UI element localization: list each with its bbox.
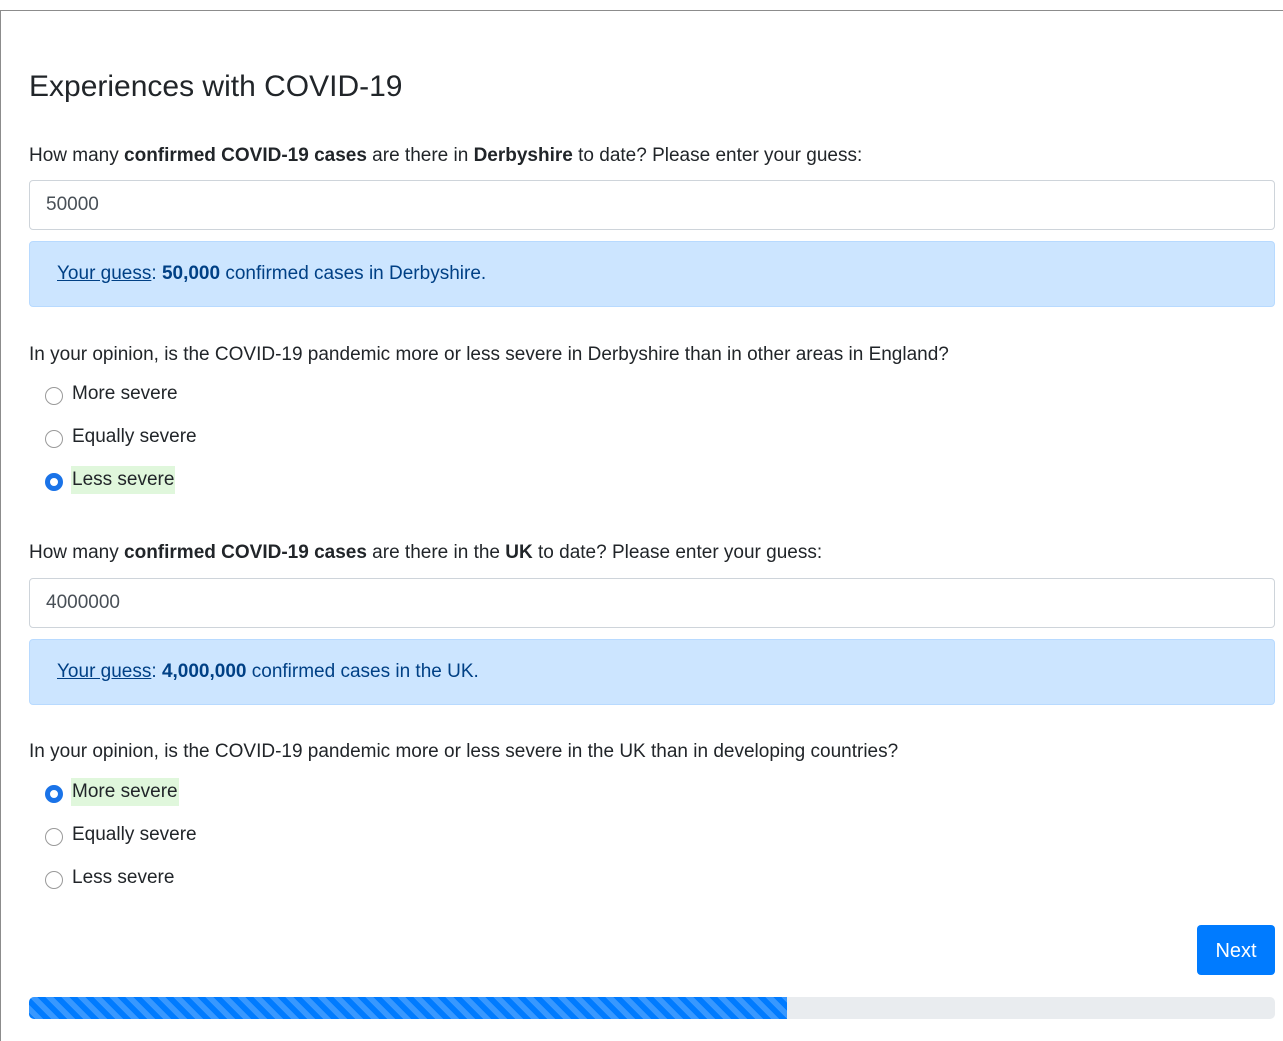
question-uk-cases: How many confirmed COVID-19 cases are th… — [29, 541, 822, 565]
radio-option-label[interactable]: Equally severe — [71, 423, 198, 451]
question-emphasis: Derbyshire — [473, 145, 573, 166]
radio-option-label[interactable]: Less severe — [71, 864, 175, 892]
feedback-label: Your guess — [57, 661, 152, 682]
radio-option-label[interactable]: Equally severe — [71, 821, 198, 849]
question-text: to date? Please enter your guess: — [532, 542, 823, 563]
feedback-value: 50,000 — [161, 263, 221, 284]
radio-option-label[interactable]: More severe — [71, 380, 179, 408]
progress-bar — [29, 997, 1275, 1019]
question-emphasis: UK — [505, 542, 533, 563]
radio-option[interactable]: Equally severe — [45, 820, 198, 850]
question-derbyshire-severity: In your opinion, is the COVID-19 pandemi… — [29, 344, 949, 365]
radio-button-selected[interactable] — [45, 784, 63, 803]
question-derbyshire-cases: How many confirmed COVID-19 cases are th… — [29, 144, 862, 168]
feedback-separator: : — [151, 661, 162, 682]
question-uk-severity: In your opinion, is the COVID-19 pandemi… — [29, 741, 899, 762]
radio-button[interactable] — [45, 870, 63, 889]
feedback-text: confirmed cases in the UK. — [246, 661, 479, 682]
feedback-separator: : — [151, 263, 162, 284]
uk-guess-feedback: Your guess: 4,000,000 confirmed cases in… — [29, 639, 1275, 705]
question-text: to date? Please enter your guess: — [572, 145, 863, 166]
radio-option[interactable]: Less severe — [45, 465, 176, 495]
radio-option[interactable]: Equally severe — [45, 422, 198, 452]
question-text: are there in the — [366, 542, 506, 563]
feedback-label: Your guess — [57, 263, 152, 284]
uk-cases-input[interactable]: 4000000 — [29, 578, 1275, 628]
question-text: How many — [29, 542, 125, 563]
radio-option[interactable]: More severe — [45, 379, 179, 409]
feedback-text: confirmed cases in Derbyshire. — [220, 263, 487, 284]
progress-bar-fill — [29, 997, 787, 1019]
radio-option-label[interactable]: More severe — [71, 778, 179, 806]
page-title: Experiences with COVID-19 — [29, 70, 403, 103]
radio-button[interactable] — [45, 386, 63, 405]
radio-button[interactable] — [45, 827, 63, 846]
radio-option-label[interactable]: Less severe — [71, 466, 176, 494]
derbyshire-cases-input[interactable]: 50000 — [29, 180, 1275, 230]
survey-frame: Experiences with COVID-19 How many confi… — [0, 10, 1283, 1041]
derbyshire-guess-feedback: Your guess: 50,000 confirmed cases in De… — [29, 241, 1275, 307]
question-emphasis: confirmed COVID-19 cases — [124, 542, 367, 563]
next-button[interactable]: Next — [1197, 925, 1275, 975]
question-emphasis: confirmed COVID-19 cases — [124, 145, 367, 166]
question-text: are there in — [366, 145, 474, 166]
radio-option[interactable]: Less severe — [45, 863, 175, 893]
radio-option[interactable]: More severe — [45, 777, 179, 807]
feedback-value: 4,000,000 — [161, 661, 247, 682]
question-text: How many — [29, 145, 125, 166]
radio-button[interactable] — [45, 429, 63, 448]
radio-button-selected[interactable] — [45, 472, 63, 491]
